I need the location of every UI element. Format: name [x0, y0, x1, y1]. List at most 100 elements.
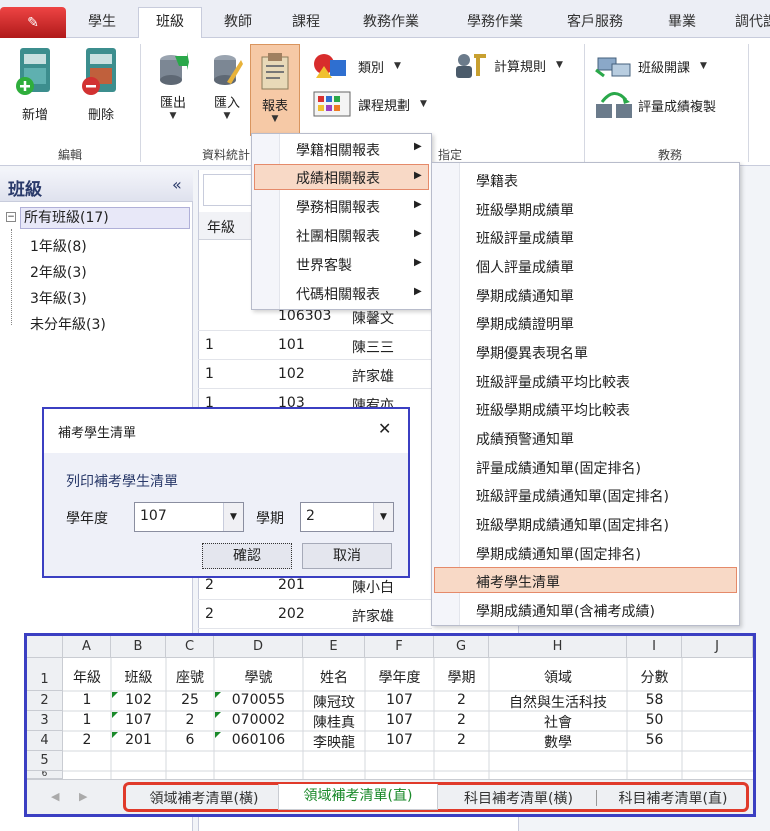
export-button[interactable]: 匯出 ▼: [150, 52, 196, 121]
grid-cell[interactable]: 陳馨文: [352, 308, 394, 328]
sheet-cell[interactable]: 學年度: [365, 667, 434, 687]
sheet-cell[interactable]: 座號: [166, 667, 214, 687]
column-header[interactable]: G: [434, 636, 489, 658]
sheet-cell[interactable]: 50: [627, 712, 682, 728]
menu-item-code-reports[interactable]: 代碼相關報表: [296, 284, 380, 304]
sheet-cell[interactable]: 56: [627, 732, 682, 748]
sheet-cell[interactable]: 102: [111, 692, 166, 708]
sheet-cell[interactable]: 107: [365, 732, 434, 748]
tab-academic[interactable]: 教務作業: [346, 8, 436, 38]
grid-cell[interactable]: 許家雄: [352, 366, 394, 386]
grid-cell[interactable]: 102: [278, 366, 305, 382]
menu-item-custom[interactable]: 世界客製: [296, 255, 352, 275]
menu-item-enrollment-reports[interactable]: 學籍相關報表: [296, 140, 380, 160]
sheet-cell[interactable]: 學期: [434, 667, 489, 687]
menu-item-makeup-student-list[interactable]: 補考學生清單: [476, 572, 560, 592]
menu-item-report[interactable]: 班級學期成績通知單(固定排名): [476, 515, 669, 535]
sheet-cell[interactable]: 107: [365, 712, 434, 728]
sheet-cell[interactable]: 6: [166, 732, 214, 748]
grid-cell[interactable]: 1: [205, 366, 214, 382]
column-header[interactable]: F: [365, 636, 434, 658]
delete-button[interactable]: 刪除: [76, 46, 126, 123]
app-menu-button[interactable]: ✎: [0, 7, 66, 38]
tree-collapse-icon[interactable]: −: [6, 212, 16, 222]
menu-item-report[interactable]: 學期成績通知單(固定排名): [476, 544, 641, 564]
sheet-cell[interactable]: 數學: [489, 732, 627, 752]
sheet-cell[interactable]: 107: [365, 692, 434, 708]
select-all-corner[interactable]: [27, 636, 63, 658]
category-button[interactable]: 類別 ▼: [312, 52, 422, 80]
scroll-left-icon[interactable]: ◀: [51, 790, 59, 803]
sheet-cell[interactable]: 社會: [489, 712, 627, 732]
tab-graduation[interactable]: 畢業: [652, 8, 712, 38]
sheet-cell[interactable]: 班級: [111, 667, 166, 687]
menu-item-report[interactable]: 學籍表: [476, 171, 518, 191]
cancel-button[interactable]: 取消: [302, 543, 392, 569]
row-header[interactable]: 2: [27, 691, 63, 711]
menu-item-report[interactable]: 學期成績證明單: [476, 314, 574, 334]
copy-grade-button[interactable]: 評量成績複製: [594, 90, 744, 120]
open-class-button[interactable]: 班級開課 ▼: [594, 52, 734, 80]
sheet-cell[interactable]: 學號: [214, 667, 303, 687]
sheet-cell[interactable]: 2: [63, 732, 111, 748]
tab-students[interactable]: 學生: [70, 8, 134, 38]
column-header[interactable]: H: [489, 636, 627, 658]
sheet-cell[interactable]: 李映龍: [303, 732, 365, 752]
tab-teachers[interactable]: 教師: [206, 8, 270, 38]
chevron-down-icon[interactable]: ▼: [223, 503, 243, 531]
column-header[interactable]: J: [682, 636, 753, 658]
menu-item-report[interactable]: 班級學期成績平均比較表: [476, 400, 630, 420]
sheet-cell[interactable]: 070002: [214, 712, 303, 728]
confirm-button[interactable]: 確認: [202, 543, 292, 569]
sheet-cell[interactable]: 2: [434, 712, 489, 728]
menu-item-report[interactable]: 成績預警通知單: [476, 429, 574, 449]
tab-student-affairs[interactable]: 學務作業: [450, 8, 540, 38]
tree-item-grade-1[interactable]: 1年級(8): [30, 236, 87, 256]
grid-cell[interactable]: 201: [278, 577, 305, 593]
row-header[interactable]: 6: [27, 771, 63, 779]
sheet-cell[interactable]: 姓名: [303, 667, 365, 687]
grid-cell[interactable]: 202: [278, 606, 305, 622]
menu-item-club-reports[interactable]: 社團相關報表: [296, 226, 380, 246]
tree-item-all-classes[interactable]: 所有班級(17): [20, 207, 190, 229]
sheet-tab[interactable]: 科目補考清單(橫): [441, 788, 596, 808]
tab-classes[interactable]: 班級: [138, 7, 202, 39]
calc-rule-button[interactable]: 計算規則 ▼: [452, 50, 582, 80]
column-header[interactable]: D: [214, 636, 303, 658]
grid-cell[interactable]: 101: [278, 337, 305, 353]
add-button[interactable]: 新增: [10, 46, 60, 123]
grid-cell[interactable]: 2: [205, 577, 214, 593]
tab-substitute[interactable]: 調代課: [726, 8, 770, 38]
column-header[interactable]: C: [166, 636, 214, 658]
sheet-cell[interactable]: 自然與生活科技: [489, 692, 627, 712]
menu-item-grade-reports[interactable]: 成績相關報表: [296, 168, 380, 188]
grid-cell[interactable]: 106303: [278, 308, 331, 324]
grid-cell[interactable]: 陳小白: [352, 577, 394, 597]
sheet-tab[interactable]: 領域補考清單(橫): [130, 788, 278, 808]
tab-customer-service[interactable]: 客戶服務: [550, 8, 640, 38]
report-button[interactable]: 報表 ▼: [250, 44, 300, 136]
column-header[interactable]: I: [627, 636, 682, 658]
sheet-cell[interactable]: 領域: [489, 667, 627, 687]
menu-item-report[interactable]: 評量成績通知單(固定排名): [476, 458, 641, 478]
menu-item-report[interactable]: 班級評量成績通知單(固定排名): [476, 486, 669, 506]
sheet-cell[interactable]: 060106: [214, 732, 303, 748]
sheet-cell[interactable]: 2: [434, 692, 489, 708]
menu-item-report[interactable]: 班級學期成績單: [476, 200, 574, 220]
row-header[interactable]: 1: [27, 658, 63, 691]
tree-item-grade-3[interactable]: 3年級(3): [30, 288, 87, 308]
grid-cell[interactable]: 1: [205, 337, 214, 353]
scroll-right-icon[interactable]: ▶: [79, 790, 87, 803]
row-header[interactable]: 5: [27, 751, 63, 771]
tab-courses[interactable]: 課程: [274, 8, 338, 38]
sheet-cell[interactable]: 107: [111, 712, 166, 728]
menu-item-report[interactable]: 個人評量成績單: [476, 257, 574, 277]
sheet-cell[interactable]: 1: [63, 692, 111, 708]
sheet-cell[interactable]: 58: [627, 692, 682, 708]
school-year-select[interactable]: 107 ▼: [134, 502, 244, 532]
sheet-cell[interactable]: 1: [63, 712, 111, 728]
menu-item-affairs-reports[interactable]: 學務相關報表: [296, 197, 380, 217]
semester-select[interactable]: 2 ▼: [300, 502, 394, 532]
collapse-icon[interactable]: «: [172, 175, 182, 194]
grid-cell[interactable]: 許家雄: [352, 606, 394, 626]
